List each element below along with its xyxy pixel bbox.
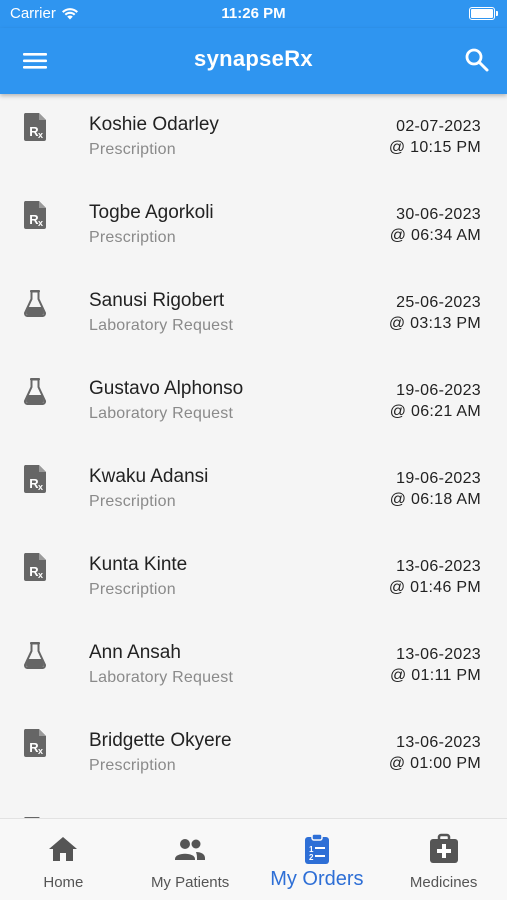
svg-text:x: x bbox=[38, 130, 43, 140]
nav-label: My Patients bbox=[150, 874, 230, 891]
order-type: Laboratory Request bbox=[89, 405, 234, 422]
order-date: 13-06-2023 bbox=[396, 646, 481, 663]
order-datetime: 25-06-2023 @ 03:13 PM bbox=[389, 292, 481, 334]
order-datetime: 13-06-2023 @ 01:00 PM bbox=[389, 732, 481, 774]
order-date: 13-06-2023 bbox=[396, 558, 481, 575]
prescription-icon: Rx bbox=[22, 728, 48, 758]
prescription-icon: Rx bbox=[22, 552, 48, 582]
order-row[interactable]: Rx Kwaku Adansi Prescription 19-06-2023 @ 06… bbox=[0, 446, 507, 534]
orders-list: Rx Koshie Odarley Prescription 02-07-2023 @ … bbox=[0, 94, 507, 818]
nav-my-patients[interactable]: My Patients bbox=[127, 819, 254, 900]
svg-text:2: 2 bbox=[309, 853, 314, 862]
order-time: @ 10:15 PM bbox=[388, 139, 481, 156]
search-icon[interactable] bbox=[463, 46, 491, 74]
nav-medicines[interactable]: Medicines bbox=[380, 819, 507, 900]
patient-name: Sanusi Rigobert bbox=[89, 290, 225, 311]
order-type: Prescription bbox=[89, 229, 176, 246]
order-datetime: 02-07-2023 @ 10:15 PM bbox=[389, 116, 481, 158]
nav-my-orders[interactable]: 1 2 My Orders bbox=[254, 819, 381, 900]
bottom-navigation: Home My Patients 1 2 My Orders Medicines bbox=[0, 818, 507, 900]
nav-label: My Orders bbox=[270, 868, 364, 890]
order-datetime: 19-06-2023 @ 06:21 AM bbox=[390, 380, 481, 422]
prescription-icon: Rx bbox=[22, 200, 48, 230]
orders-icon: 12 bbox=[301, 833, 333, 865]
app-title: synapseRx bbox=[194, 46, 313, 71]
order-time: @ 06:18 AM bbox=[389, 491, 481, 508]
patient-name: Bridgette Okyere bbox=[89, 730, 232, 751]
flask-icon bbox=[22, 376, 48, 406]
order-type: Prescription bbox=[89, 493, 176, 510]
patient-name: Ann Ansah bbox=[89, 642, 181, 663]
patient-name: Gustavo Alphonso bbox=[89, 378, 244, 399]
medkit-icon bbox=[428, 833, 460, 865]
svg-text:x: x bbox=[38, 746, 43, 756]
order-row[interactable]: Rx Koshie Odarley Prescription 02-07-2023 @ … bbox=[0, 94, 507, 182]
clock: 11:26 PM bbox=[221, 5, 286, 22]
order-datetime: 13-06-2023 @ 01:11 PM bbox=[390, 644, 481, 686]
order-date: 13-06-2023 bbox=[396, 734, 481, 751]
order-row[interactable]: Rx Bridgette Okyere Prescription 13-06-2023… bbox=[0, 710, 507, 798]
status-bar: Carrier 11:26 PM bbox=[0, 0, 507, 28]
order-row[interactable]: Gustavo Alphonso Laboratory Request 19-06-… bbox=[0, 358, 507, 446]
patient-name: Togbe Agorkoli bbox=[89, 202, 214, 223]
prescription-icon: Rx bbox=[22, 464, 48, 494]
home-icon bbox=[47, 833, 79, 865]
order-date: 30-06-2023 bbox=[396, 206, 481, 223]
svg-text:x: x bbox=[38, 570, 43, 580]
order-type: Prescription bbox=[89, 141, 176, 158]
order-datetime: 30-06-2023 @ 06:34 AM bbox=[390, 204, 481, 246]
prescription-icon: Rx bbox=[22, 112, 48, 142]
patient-name: Kunta Kinte bbox=[89, 554, 188, 575]
nav-label: Home bbox=[43, 874, 84, 891]
order-row[interactable]: Sanusi Rigobert Laboratory Request 25-06-2… bbox=[0, 270, 507, 358]
order-time: @ 06:34 AM bbox=[389, 227, 481, 244]
battery-icon bbox=[469, 7, 498, 20]
order-date: 02-07-2023 bbox=[396, 118, 481, 135]
nav-label: Medicines bbox=[409, 874, 478, 891]
order-time: @ 03:13 PM bbox=[388, 315, 481, 332]
order-time: @ 06:21 AM bbox=[389, 403, 481, 420]
patient-name: Kwaku Adansi bbox=[89, 466, 209, 487]
patients-icon bbox=[174, 833, 206, 865]
order-row[interactable]: Ann Ansah Laboratory Request 13-06-2023 @ 0… bbox=[0, 622, 507, 710]
svg-text:x: x bbox=[38, 218, 43, 228]
order-type: Prescription bbox=[89, 757, 176, 774]
flask-icon bbox=[22, 288, 48, 318]
order-type: Prescription bbox=[89, 581, 176, 598]
order-date: 25-06-2023 bbox=[396, 294, 481, 311]
svg-text:x: x bbox=[38, 482, 43, 492]
app-bar: synapseRx bbox=[0, 28, 507, 94]
order-date: 19-06-2023 bbox=[396, 470, 481, 487]
order-row[interactable]: Rx Kunta Kinte Prescription 13-06-2023 @ 01:… bbox=[0, 534, 507, 622]
order-type: Laboratory Request bbox=[89, 669, 234, 686]
order-time: @ 01:11 PM bbox=[390, 667, 481, 684]
flask-icon bbox=[22, 640, 48, 670]
order-datetime: 13-06-2023 @ 01:46 PM bbox=[389, 556, 481, 598]
patient-name: Koshie Odarley bbox=[89, 114, 219, 135]
order-datetime: 19-06-2023 @ 06:18 AM bbox=[390, 468, 481, 510]
order-time: @ 01:00 PM bbox=[388, 755, 481, 772]
order-type: Laboratory Request bbox=[89, 317, 234, 334]
order-row[interactable]: Rx Togbe Agorkoli Prescription 30-06-2023 @ … bbox=[0, 182, 507, 270]
order-time: @ 01:46 PM bbox=[388, 579, 481, 596]
nav-home[interactable]: Home bbox=[0, 819, 127, 900]
order-row-partial[interactable]: Rx bbox=[0, 798, 507, 818]
order-date: 19-06-2023 bbox=[396, 382, 481, 399]
